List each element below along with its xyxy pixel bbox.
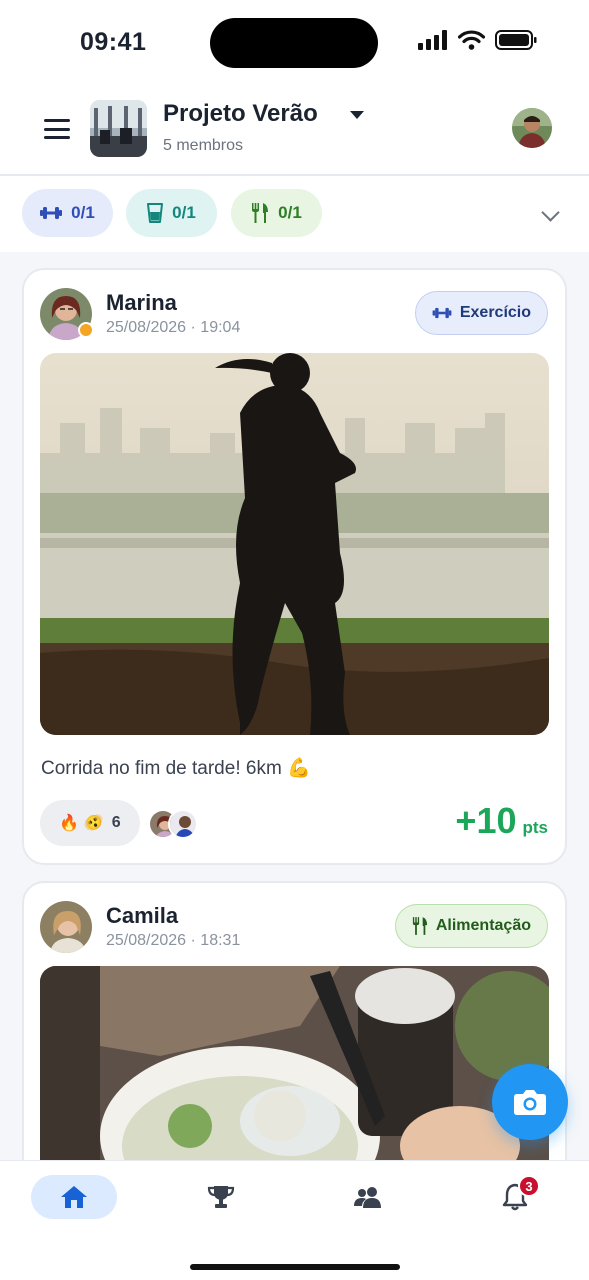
- daily-progress-bar: 0/1 0/1 0/1: [0, 176, 589, 252]
- battery-icon: [495, 30, 537, 50]
- category-badge: Exercício: [414, 291, 548, 335]
- user-avatar[interactable]: [40, 901, 92, 953]
- reactions-button[interactable]: 🔥 🫨 6: [40, 800, 140, 846]
- status-icons: [418, 30, 537, 50]
- hamburger-menu-icon[interactable]: [44, 119, 70, 139]
- wifi-icon: [458, 30, 485, 50]
- member-count: 5 membros: [163, 137, 244, 154]
- points-value: +10: [455, 800, 517, 841]
- group-photo[interactable]: [90, 100, 147, 157]
- post-card: Camila 25/08/2026 · 18:31 Alimentação: [22, 881, 567, 1181]
- fork-knife-icon: [252, 203, 269, 223]
- category-label: Alimentação: [435, 917, 531, 934]
- bottom-navigation: 3: [0, 1160, 589, 1280]
- water-glass-icon: [147, 203, 164, 223]
- post-caption: Corrida no fim de tarde! 6km 💪: [41, 758, 311, 779]
- people-icon: [354, 1187, 381, 1208]
- post-card: Marina 25/08/2026 · 19:04 Exercício Corr…: [22, 268, 567, 865]
- dynamic-island: [210, 18, 378, 68]
- status-badge: [78, 322, 94, 338]
- water-progress-value: 0/1: [172, 203, 196, 222]
- post-author-name[interactable]: Marina: [106, 290, 177, 316]
- signal-icon: [418, 30, 447, 50]
- points-unit: pts: [522, 818, 549, 837]
- nav-home[interactable]: [31, 1175, 117, 1219]
- reactor-avatar: [168, 809, 198, 839]
- camera-fab-button[interactable]: [492, 1064, 568, 1140]
- post-timestamp: 25/08/2026 · 19:04: [106, 319, 241, 336]
- points-earned: +10 pts: [455, 800, 548, 842]
- post-author-name[interactable]: Camila: [106, 903, 178, 929]
- exercise-progress-chip[interactable]: 0/1: [22, 189, 113, 237]
- reactor-avatars[interactable]: [148, 809, 198, 839]
- dumbbell-icon: [432, 307, 452, 319]
- category-label: Exercício: [459, 304, 531, 321]
- status-bar: 09:41: [0, 0, 589, 86]
- camera-icon: [514, 1090, 546, 1115]
- dumbbell-icon: [40, 207, 63, 219]
- nav-members[interactable]: [325, 1175, 411, 1219]
- exercise-progress-value: 0/1: [71, 203, 95, 222]
- chevron-down-icon[interactable]: [350, 111, 364, 119]
- nav-ranking[interactable]: [178, 1175, 264, 1219]
- home-icon: [61, 1186, 87, 1208]
- food-progress-chip[interactable]: 0/1: [231, 189, 322, 237]
- post-timestamp: 25/08/2026 · 18:31: [106, 932, 241, 949]
- home-indicator: [190, 1264, 400, 1270]
- chevron-down-icon[interactable]: [541, 203, 560, 222]
- app-header: Projeto Verão 5 membros: [0, 86, 589, 176]
- fork-knife-icon: [412, 917, 427, 935]
- post-photo[interactable]: [40, 966, 549, 1179]
- nav-notifications[interactable]: 3: [472, 1175, 558, 1219]
- reaction-emojis: 🔥 🫨: [59, 815, 104, 832]
- food-progress-value: 0/1: [278, 203, 302, 222]
- category-badge: Alimentação: [394, 904, 548, 948]
- notification-count-badge: 3: [518, 1175, 540, 1197]
- post-photo[interactable]: [40, 353, 549, 735]
- trophy-icon: [207, 1186, 235, 1208]
- status-time: 09:41: [80, 28, 147, 56]
- reaction-count: 6: [111, 814, 121, 831]
- group-name[interactable]: Projeto Verão: [163, 100, 318, 128]
- water-progress-chip[interactable]: 0/1: [126, 189, 217, 237]
- profile-avatar[interactable]: [512, 108, 552, 148]
